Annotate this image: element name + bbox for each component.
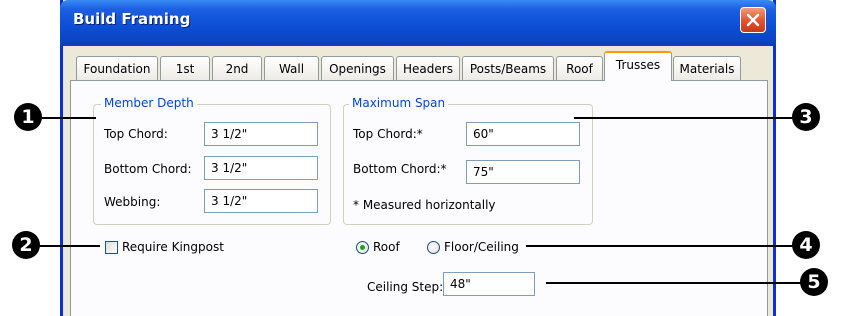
tab-1st[interactable]: 1st xyxy=(160,56,210,80)
close-button[interactable] xyxy=(740,7,766,33)
ms-top-chord-field[interactable]: 60" xyxy=(466,122,580,146)
measured-note: * Measured horizontally xyxy=(353,198,496,212)
maximum-span-legend: Maximum Span xyxy=(349,96,449,110)
callout-line-1 xyxy=(40,117,96,119)
tab-headers[interactable]: Headers xyxy=(396,56,460,80)
callout-badge-4: 4 xyxy=(792,231,820,259)
tab-label: 1st xyxy=(175,62,195,76)
tab-label: Foundation xyxy=(83,62,151,76)
dialog-title: Build Framing xyxy=(73,10,191,28)
tab-materials[interactable]: Materials xyxy=(673,56,741,80)
tab-trusses[interactable]: Trusses xyxy=(604,51,672,81)
require-kingpost-checkbox[interactable] xyxy=(105,241,118,254)
md-top-chord-label: Top Chord: xyxy=(104,127,168,141)
floor-ceiling-radio-label: Floor/Ceiling xyxy=(444,240,519,254)
tab-label: 2nd xyxy=(225,62,249,76)
require-kingpost-label: Require Kingpost xyxy=(122,240,224,254)
floor-ceiling-radio[interactable] xyxy=(427,241,440,254)
callout-badge-1: 1 xyxy=(14,103,42,131)
callout-badge-5: 5 xyxy=(800,268,828,296)
tab-label: Roof xyxy=(566,62,593,76)
tab-foundation[interactable]: Foundation xyxy=(76,56,158,80)
roof-radio[interactable] xyxy=(356,241,369,254)
tab-label: Wall xyxy=(278,62,305,76)
callout-badge-3: 3 xyxy=(792,103,820,131)
tab-label: Headers xyxy=(403,62,453,76)
callout-line-5 xyxy=(546,282,802,284)
tab-label: Posts/Beams xyxy=(469,62,547,76)
md-bottom-chord-field[interactable]: 3 1/2" xyxy=(204,156,318,180)
callout-line-4 xyxy=(526,245,796,247)
tab-openings[interactable]: Openings xyxy=(321,56,394,80)
ms-bottom-chord-field[interactable]: 75" xyxy=(466,160,580,184)
ceiling-step-field[interactable]: 48" xyxy=(443,272,535,296)
callout-badge-2: 2 xyxy=(12,231,40,259)
tab-roof[interactable]: Roof xyxy=(556,56,603,80)
ceiling-step-label: Ceiling Step: xyxy=(367,280,444,294)
ms-bottom-chord-label: Bottom Chord:* xyxy=(353,162,447,176)
tab-label: Trusses xyxy=(615,58,661,72)
tab-label: Materials xyxy=(679,62,735,76)
member-depth-legend: Member Depth xyxy=(101,96,197,110)
tab-posts-beams[interactable]: Posts/Beams xyxy=(462,56,554,80)
md-bottom-chord-label: Bottom Chord: xyxy=(104,162,192,176)
ms-top-chord-label: Top Chord:* xyxy=(353,127,423,141)
radio-selected-dot xyxy=(360,245,365,250)
tab-wall[interactable]: Wall xyxy=(264,56,319,80)
callout-line-3 xyxy=(574,117,794,119)
tab-2nd[interactable]: 2nd xyxy=(212,56,262,80)
md-webbing-label: Webbing: xyxy=(104,195,161,209)
tab-label: Openings xyxy=(329,62,386,76)
md-top-chord-field[interactable]: 3 1/2" xyxy=(204,122,318,146)
callout-line-2 xyxy=(38,245,100,247)
md-webbing-field[interactable]: 3 1/2" xyxy=(204,189,318,213)
roof-radio-label: Roof xyxy=(373,240,400,254)
close-icon xyxy=(746,13,760,27)
